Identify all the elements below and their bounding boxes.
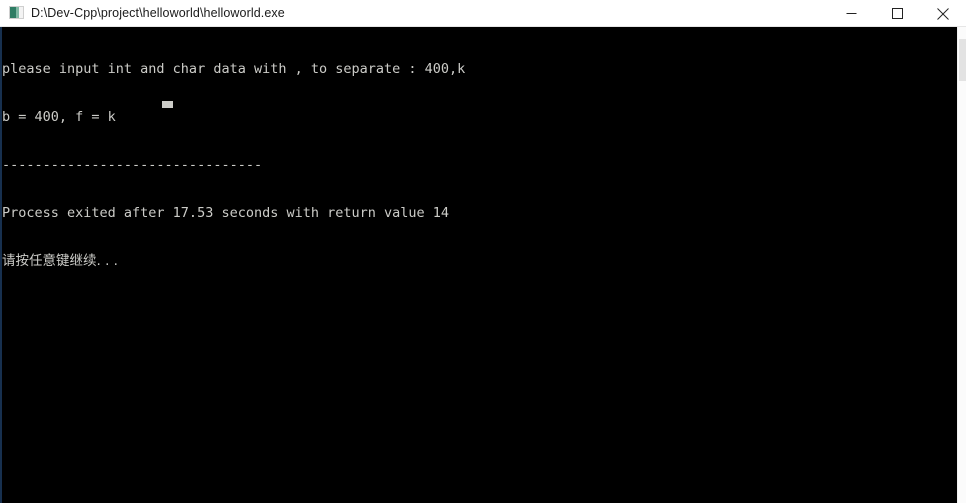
vertical-scrollbar[interactable] [957, 27, 966, 503]
close-icon [937, 7, 949, 20]
console-line: please input int and char data with , to… [2, 61, 466, 77]
maximize-button[interactable] [874, 0, 920, 27]
window-title: D:\Dev-Cpp\project\helloworld\helloworld… [31, 5, 285, 20]
close-button[interactable] [920, 0, 966, 27]
vertical-scrollbar-thumb[interactable] [959, 39, 966, 81]
minimize-button[interactable] [828, 0, 874, 27]
console-app-icon [9, 5, 25, 21]
console-separator-line: -------------------------------- [2, 157, 263, 173]
console-line-press-any-key: 请按任意键继续. . . [2, 253, 118, 269]
block-cursor [162, 101, 173, 108]
title-bar[interactable]: D:\Dev-Cpp\project\helloworld\helloworld… [0, 0, 966, 27]
console-line-exit-status: Process exited after 17.53 seconds with … [2, 205, 450, 221]
console-app-icon-bar-light [16, 7, 19, 18]
console-window: D:\Dev-Cpp\project\helloworld\helloworld… [0, 0, 966, 503]
minimize-icon [846, 13, 856, 14]
console-text-buffer: please input int and char data with , to… [2, 29, 465, 301]
maximize-icon [891, 8, 903, 19]
window-controls [828, 0, 966, 27]
console-output-area[interactable]: please input int and char data with , to… [0, 27, 966, 503]
console-line: b = 400, f = k [2, 109, 116, 125]
